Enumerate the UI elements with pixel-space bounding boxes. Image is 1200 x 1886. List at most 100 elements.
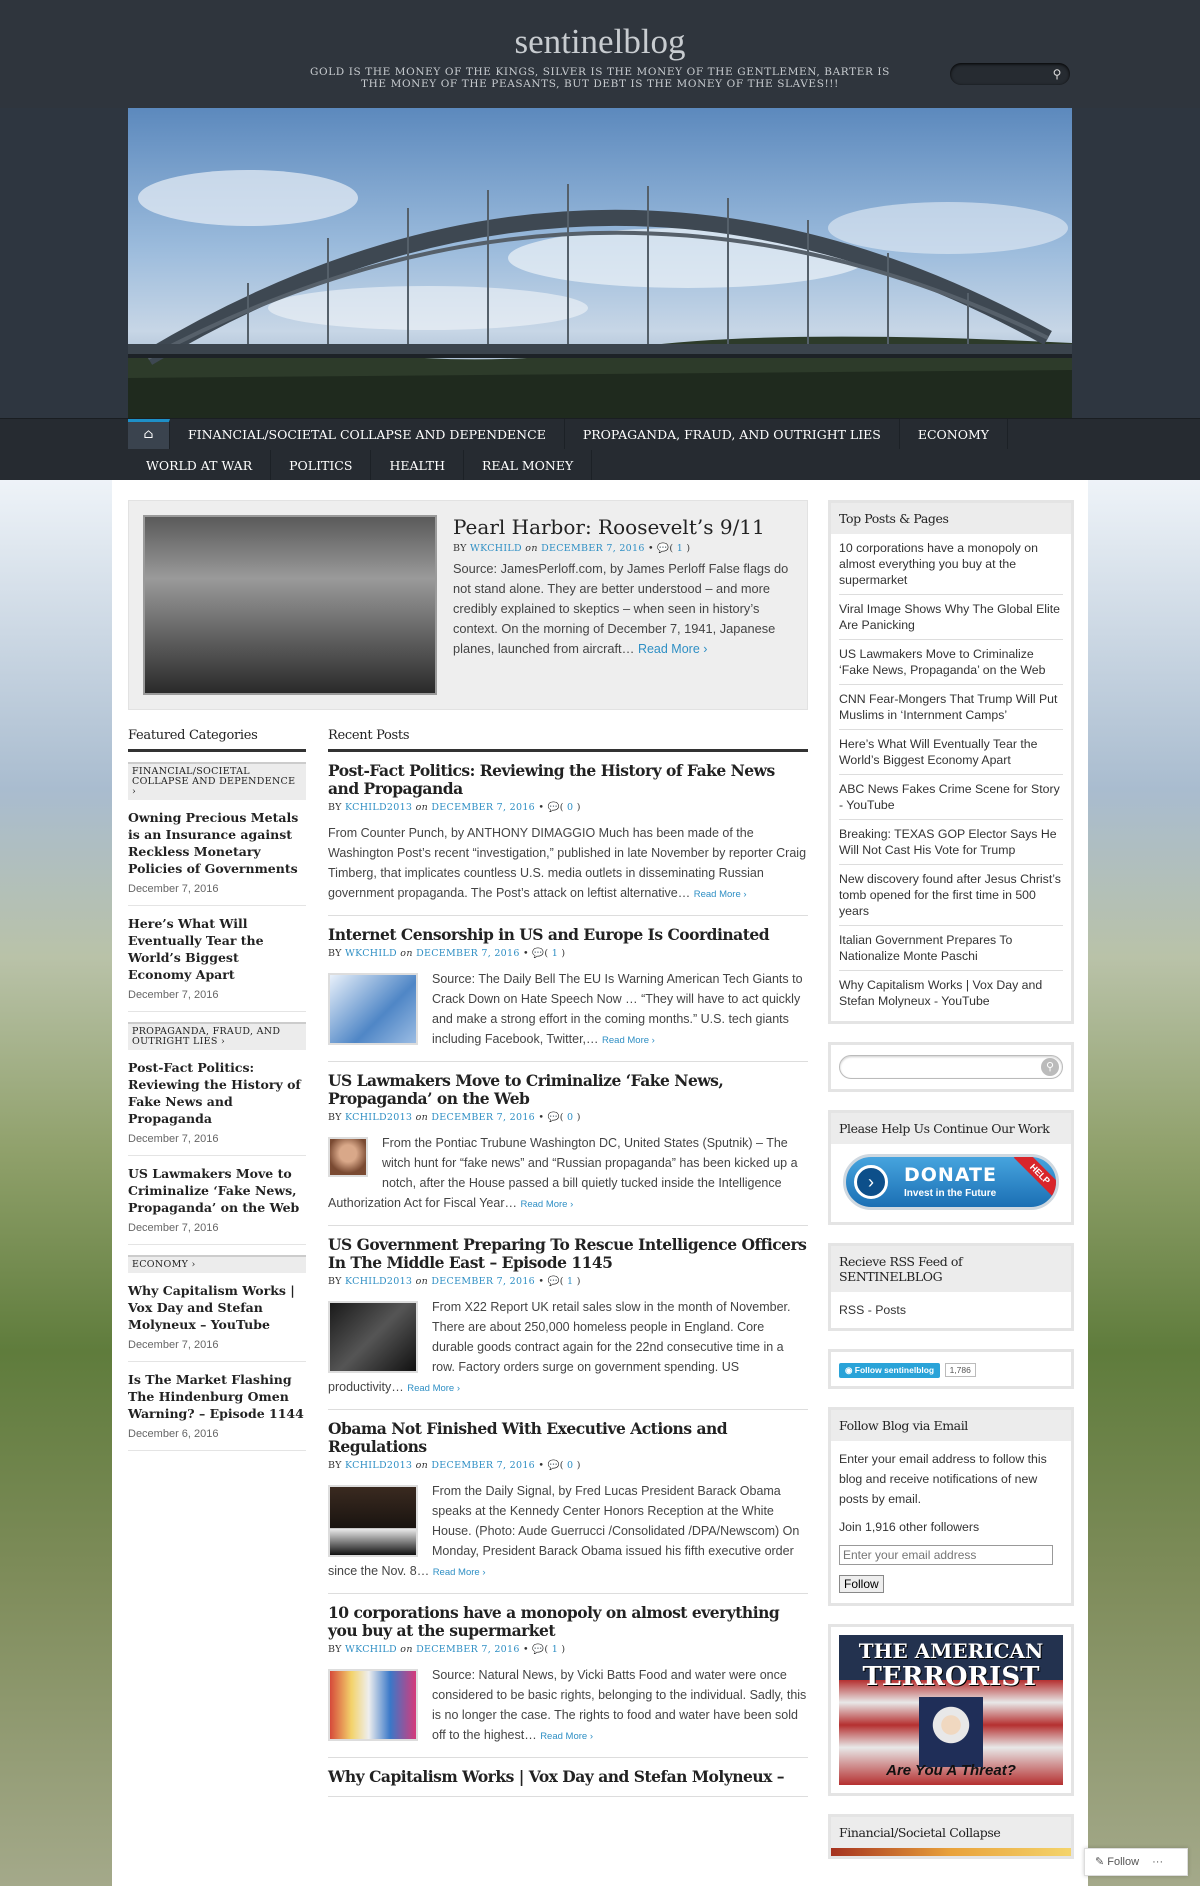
recent-post-excerpt: From the Pontiac Trubune Washington DC, … (328, 1133, 808, 1215)
sidebar-search-input[interactable]: ⚲ (839, 1055, 1063, 1079)
floating-follow-button[interactable]: ✎ Follow ··· (1084, 1848, 1188, 1876)
recent-post-thumbnail[interactable] (328, 973, 418, 1045)
search-icon[interactable]: ⚲ (1050, 67, 1064, 81)
read-more-link[interactable]: Read More › (540, 1731, 593, 1742)
widget-heading: Top Posts & Pages (831, 503, 1071, 534)
nav-item-financial-collapse[interactable]: FINANCIAL/SOCIETAL COLLAPSE AND DEPENDEN… (170, 419, 565, 449)
featured-post-date[interactable]: DECEMBER 7, 2016 (541, 543, 645, 554)
recent-post-thumbnail[interactable] (328, 1485, 418, 1557)
recent-post-thumbnail[interactable] (328, 1669, 418, 1741)
recent-post-author[interactable]: WKCHILD (345, 1644, 397, 1655)
nav-item-politics[interactable]: POLITICS (271, 450, 372, 480)
recent-post-comments[interactable]: 0 (567, 802, 573, 813)
read-more-link[interactable]: Read More › (433, 1567, 486, 1578)
category-tag-link[interactable]: FINANCIAL/SOCIETAL COLLAPSE AND DEPENDEN… (128, 762, 306, 800)
category-post-date: December 7, 2016 (128, 989, 306, 1012)
featured-post-title[interactable]: Pearl Harbor: Roosevelt’s 9/11 (453, 515, 765, 539)
rss-posts-link[interactable]: RSS - Posts (831, 1292, 1071, 1328)
recent-post-title[interactable]: US Lawmakers Move to Criminalize ‘Fake N… (328, 1072, 808, 1108)
recent-post-title[interactable]: Obama Not Finished With Executive Action… (328, 1420, 808, 1456)
comment-icon: 💬 (532, 1644, 545, 1655)
poster-line-3: Are You A Threat? (886, 1762, 1016, 1779)
recent-post-excerpt-text: Source: Natural News, by Vicki Batts Foo… (432, 1668, 807, 1742)
recent-post-date[interactable]: DECEMBER 7, 2016 (431, 802, 535, 813)
recent-post-title[interactable]: Internet Censorship in US and Europe Is … (328, 926, 808, 944)
recent-post-comments[interactable]: 0 (567, 1112, 573, 1123)
recent-post-author[interactable]: WKCHILD (345, 948, 397, 959)
top-post-link[interactable]: 10 corporations have a monopoly on almos… (839, 534, 1063, 595)
recent-post-author[interactable]: KCHILD2013 (345, 1276, 412, 1287)
recent-post-thumbnail[interactable] (328, 1301, 418, 1373)
meta-by: BY (453, 543, 467, 554)
recent-post-title[interactable]: Post-Fact Politics: Reviewing the Histor… (328, 762, 808, 798)
home-icon[interactable]: ⌂ (144, 427, 154, 442)
recent-post-date[interactable]: DECEMBER 7, 2016 (431, 1276, 535, 1287)
top-post-link[interactable]: Why Capitalism Works | Vox Day and Stefa… (839, 971, 1063, 1015)
featured-post-author[interactable]: WKCHILD (470, 543, 522, 554)
recent-post: Internet Censorship in US and Europe Is … (328, 916, 808, 1062)
category-post-title[interactable]: Post-Fact Politics: Reviewing the Histor… (128, 1059, 306, 1127)
recent-post-title[interactable]: US Government Preparing To Rescue Intell… (328, 1236, 808, 1272)
nav-home[interactable]: ⌂ (128, 419, 170, 449)
top-post-link[interactable]: Breaking: TEXAS GOP Elector Says He Will… (839, 820, 1063, 865)
top-post-link[interactable]: Viral Image Shows Why The Global Elite A… (839, 595, 1063, 640)
category-post-date: December 7, 2016 (128, 883, 306, 906)
category-tag-link[interactable]: PROPAGANDA, FRAUD, AND OUTRIGHT LIES › (128, 1022, 306, 1050)
more-icon[interactable]: ··· (1152, 1856, 1163, 1868)
recent-post-date[interactable]: DECEMBER 7, 2016 (416, 948, 520, 959)
read-more-link[interactable]: Read More › (407, 1383, 460, 1394)
top-post-link[interactable]: ABC News Fakes Crime Scene for Story - Y… (839, 775, 1063, 820)
recent-post-date[interactable]: DECEMBER 7, 2016 (431, 1460, 535, 1471)
top-post-link[interactable]: US Lawmakers Move to Criminalize ‘Fake N… (839, 640, 1063, 685)
site-tagline: GOLD IS THE MONEY OF THE KINGS, SILVER I… (310, 66, 890, 90)
recent-post-date[interactable]: DECEMBER 7, 2016 (431, 1112, 535, 1123)
recent-post-author[interactable]: KCHILD2013 (345, 802, 412, 813)
nav-item-economy[interactable]: ECONOMY (900, 419, 1009, 449)
category-post-title[interactable]: Owning Precious Metals is an Insurance a… (128, 809, 306, 877)
recent-post-thumbnail[interactable] (328, 1137, 368, 1177)
category-post-title[interactable]: Is The Market Flashing The Hindenburg Om… (128, 1371, 306, 1422)
category-post-title[interactable]: Here’s What Will Eventually Tear the Wor… (128, 915, 306, 983)
follow-button[interactable]: Follow (839, 1575, 884, 1593)
nav-item-propaganda[interactable]: PROPAGANDA, FRAUD, AND OUTRIGHT LIES (565, 419, 900, 449)
header-search-input[interactable]: ⚲ (950, 63, 1070, 85)
top-post-link[interactable]: CNN Fear-Mongers That Trump Will Put Mus… (839, 685, 1063, 730)
read-more-link[interactable]: Read More › (602, 1035, 655, 1046)
category-post-title[interactable]: US Lawmakers Move to Criminalize ‘Fake N… (128, 1165, 306, 1216)
read-more-link[interactable]: Read More › (694, 889, 747, 900)
featured-excerpt-text: Source: JamesPerloff.com, by James Perlo… (453, 561, 789, 656)
recent-post-comments[interactable]: 1 (552, 1644, 558, 1655)
nav-item-real-money[interactable]: REAL MONEY (464, 450, 593, 480)
top-post-link[interactable]: Here’s What Will Eventually Tear the Wor… (839, 730, 1063, 775)
recent-post-author[interactable]: KCHILD2013 (345, 1460, 412, 1471)
recent-post-title[interactable]: Why Capitalism Works | Vox Day and Stefa… (328, 1768, 808, 1786)
american-terrorist-poster[interactable]: THE AMERICAN TERRORIST Are You A Threat? (839, 1635, 1063, 1785)
featured-read-more[interactable]: Read More › (638, 642, 707, 656)
search-icon[interactable]: ⚲ (1041, 1058, 1059, 1076)
donate-button[interactable]: › DONATE Invest in the Future HELP (843, 1154, 1059, 1210)
read-more-link[interactable]: Read More › (520, 1199, 573, 1210)
recent-post: US Government Preparing To Rescue Intell… (328, 1226, 808, 1410)
recent-post-date[interactable]: DECEMBER 7, 2016 (416, 1644, 520, 1655)
featured-post-comments[interactable]: 1 (677, 543, 683, 554)
meta-on: on (525, 543, 538, 554)
top-post-link[interactable]: Italian Government Prepares To Nationali… (839, 926, 1063, 971)
recent-post-title[interactable]: 10 corporations have a monopoly on almos… (328, 1604, 808, 1640)
meta-by: BY (328, 948, 342, 959)
recent-post-comments[interactable]: 1 (552, 948, 558, 959)
nav-item-world-at-war[interactable]: WORLD AT WAR (128, 450, 272, 480)
collapse-widget-image[interactable] (831, 1848, 1071, 1856)
featured-post-image[interactable] (143, 515, 437, 695)
top-posts-widget: Top Posts & Pages 10 corporations have a… (828, 500, 1074, 1024)
meta-by: BY (328, 1460, 342, 1471)
category-tag-link[interactable]: ECONOMY › (128, 1255, 306, 1273)
follow-blog-button[interactable]: ◉ Follow sentinelblog (839, 1363, 941, 1378)
top-post-link[interactable]: New discovery found after Jesus Christ’s… (839, 865, 1063, 926)
recent-post-comments[interactable]: 0 (567, 1460, 573, 1471)
recent-post-comments[interactable]: 1 (567, 1276, 573, 1287)
email-field[interactable] (839, 1545, 1053, 1565)
nav-item-health[interactable]: HEALTH (371, 450, 465, 480)
site-title[interactable]: sentinelblog (0, 22, 1200, 62)
category-post-title[interactable]: Why Capitalism Works | Vox Day and Stefa… (128, 1282, 306, 1333)
recent-post-author[interactable]: KCHILD2013 (345, 1112, 412, 1123)
